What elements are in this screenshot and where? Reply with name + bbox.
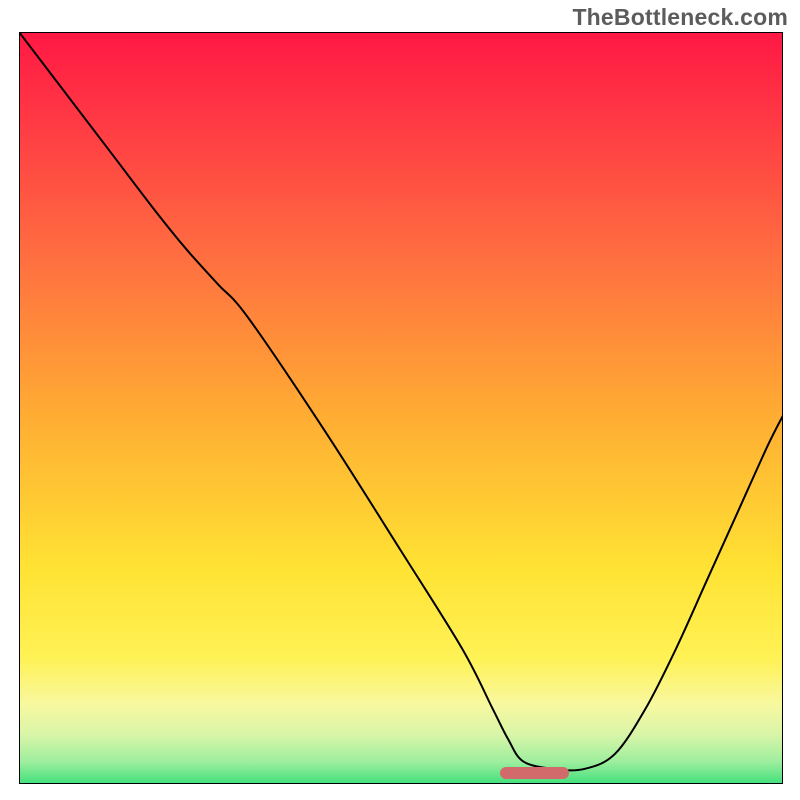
- chart-container: TheBottleneck.com: [0, 0, 800, 800]
- bottleneck-curve: [19, 32, 783, 784]
- watermark-text: TheBottleneck.com: [572, 4, 788, 31]
- plot-area: [19, 32, 783, 784]
- optimal-range-marker: [500, 767, 569, 779]
